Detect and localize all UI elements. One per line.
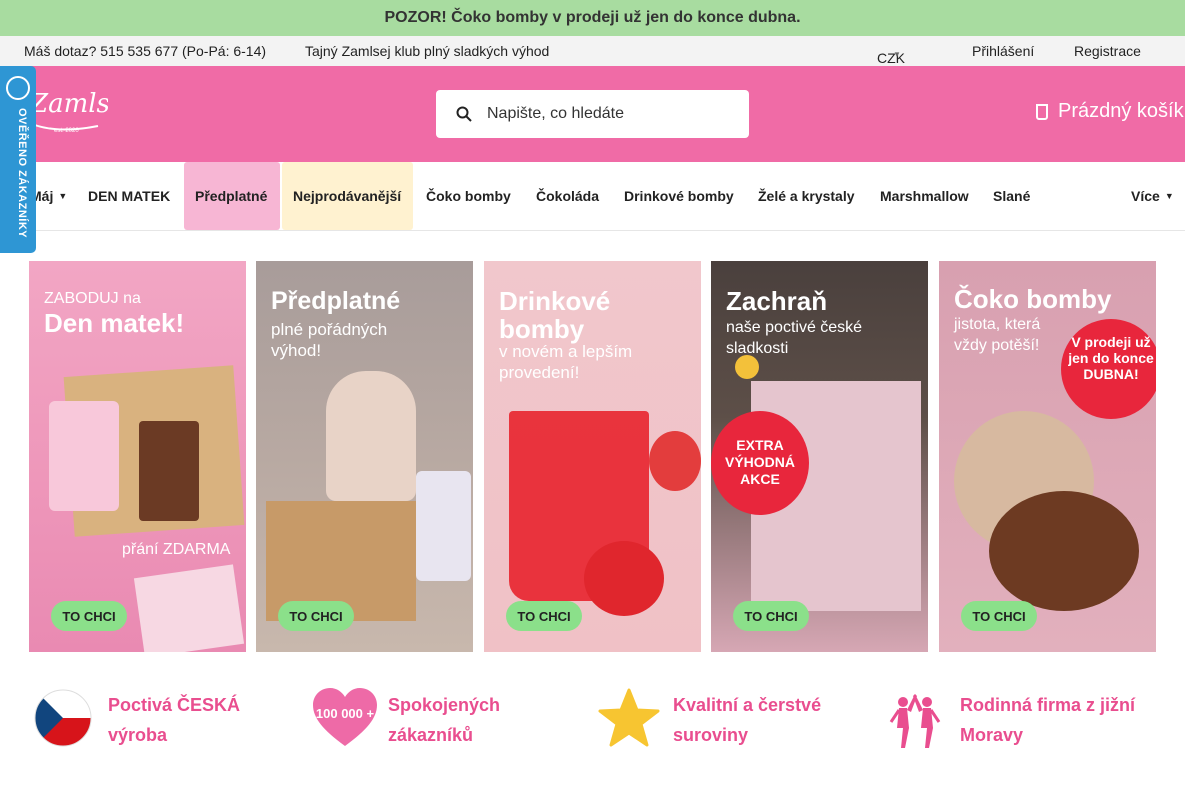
pouch-image (49, 401, 119, 511)
nav-item-cokolada[interactable]: Čokoláda (536, 162, 599, 230)
star-icon (598, 688, 660, 748)
feature-text: Poctivá ČESKÁ výroba (108, 695, 241, 745)
nav-item-nejprodavanejsi[interactable]: Nejprodávanější (282, 162, 413, 230)
banner-cta-button[interactable]: TO CHCI (733, 601, 809, 631)
strawberry-image (649, 431, 701, 491)
search-icon[interactable] (456, 106, 472, 122)
banner-line1: Čoko bomby (954, 284, 1112, 314)
feature-text: Kvalitní a čerstvé suroviny (673, 695, 822, 745)
bomb-image (584, 541, 664, 616)
nav-item-den-matek[interactable]: DEN MATEK (88, 162, 170, 230)
feature-text: Rodinná firma z jižní Moravy (960, 695, 1136, 745)
promo-bar[interactable]: POZOR! Čoko bomby v prodeji už jen do ko… (0, 0, 1185, 36)
banner-zachran[interactable]: EXTRA VÝHODNÁ AKCE Zachraň naše poctivé … (711, 261, 928, 652)
feature-customers: 100 000 + Spokojených zákazníků (313, 688, 500, 752)
nav-item-drinkove-bomby[interactable]: Drinkové bomby (624, 162, 734, 230)
heart-badge-text: 100 000 + (316, 706, 375, 721)
chevron-down-icon: ▼ (1164, 191, 1174, 201)
search-input[interactable]: Napište, co hledáte (487, 105, 624, 123)
banner-predplatne[interactable]: Předplatné plné pořádných výhod! TO CHCI (256, 261, 473, 652)
nav-label: Čoko bomby (426, 188, 511, 204)
nav-label: Nejprodávanější (293, 188, 402, 204)
banner-coko-bomby[interactable]: V prodeji už jen do konce DUBNA! Čoko bo… (939, 261, 1156, 652)
feature-family: Rodinná firma z jižní Moravy (885, 688, 1135, 752)
nav-label: Čokoláda (536, 188, 600, 204)
nav-label: Předplatné (195, 188, 268, 204)
banner-cta-button[interactable]: TO CHCI (961, 601, 1037, 631)
cart-label: Prázdný košík (1058, 100, 1184, 122)
czech-flag-icon (33, 688, 93, 748)
register-link[interactable]: Registrace (1074, 43, 1141, 59)
chevron-down-icon: ▼ (58, 191, 68, 201)
banner-line2: jistota, která vždy potěší! (954, 316, 1041, 354)
chevron-down-icon: ▼ (893, 50, 901, 59)
logo-year: est. 2020 (54, 128, 79, 134)
nav-item-vice[interactable]: Více ▼ (1131, 162, 1174, 230)
nav-item-coko-bomby[interactable]: Čoko bomby (426, 162, 511, 230)
banner-drinkove-bomby[interactable]: Drinkové bomby v novém a lepším proveden… (484, 261, 701, 652)
bag-image (416, 471, 471, 581)
family-icon (885, 688, 945, 748)
nav-label: Marshmallow (880, 188, 969, 204)
nav-item-zele[interactable]: Želé a krystaly (758, 162, 855, 230)
banner-cta-button[interactable]: TO CHCI (51, 601, 127, 631)
chocolate-bomb-image (989, 491, 1139, 611)
banner-line2: v novém a lepším provedení! (499, 342, 633, 382)
seal-icon (6, 76, 30, 100)
heart-icon: 100 000 + (313, 688, 377, 748)
chocolate-image (139, 421, 199, 521)
nav-item-predplatne[interactable]: Předplatné (184, 162, 280, 230)
verified-reviews-badge[interactable]: OVĚŘENO ZÁKAZNÍKY (0, 66, 36, 253)
card-image (133, 564, 245, 652)
search-box[interactable]: Napište, co hledáte (436, 90, 749, 138)
nav-label: Drinkové bomby (624, 188, 734, 204)
nav-label: Více (1131, 188, 1160, 204)
banner-cta-button[interactable]: TO CHCI (506, 601, 582, 631)
contact-info: Máš dotaz? 515 535 677 (Po-Pá: 6-14) (24, 43, 267, 59)
logo-text: Zamlsej (29, 89, 108, 119)
person-image (326, 371, 416, 501)
login-link[interactable]: Přihlášení (972, 43, 1034, 59)
promo-badge: EXTRA VÝHODNÁ AKCE (711, 411, 809, 515)
main-nav: Máj ▼ DEN MATEK Předplatné Nejprodávanějš… (0, 162, 1185, 231)
cart-icon (1036, 103, 1048, 120)
banner-den-matek[interactable]: ZABODUJ na Den matek! přání ZDARMA TO CH… (29, 261, 246, 652)
nav-label: Slané (993, 188, 1031, 204)
nav-item-slane[interactable]: Slané (993, 162, 1030, 230)
verified-text: OVĚŘENO ZÁKAZNÍKY (16, 108, 28, 239)
banner-line1: Zachraň (726, 286, 828, 316)
nav-item-marshmallow[interactable]: Marshmallow (880, 162, 969, 230)
top-bar: Máš dotaz? 515 535 677 (Po-Pá: 6-14) Taj… (0, 36, 1185, 66)
banner-line2: plné pořádných výhod! (271, 320, 388, 360)
banner-line2: Den matek! (44, 308, 185, 338)
feature-quality: Kvalitní a čerstvé suroviny (598, 688, 821, 752)
banner-line1: Drinkové bomby (499, 286, 611, 344)
nav-label: Želé a krystaly (758, 188, 855, 204)
feature-czech: Poctivá ČESKÁ výroba (33, 688, 240, 752)
promo-text: POZOR! Čoko bomby v prodeji už jen do ko… (384, 9, 801, 26)
banner-extra: přání ZDARMA (122, 541, 231, 558)
club-link[interactable]: Tajný Zamlsej klub plný sladkých výhod (305, 43, 549, 59)
banner-cta-button[interactable]: TO CHCI (278, 601, 354, 631)
banner-line2: naše poctivé české sladkosti (726, 319, 863, 357)
banner-line1: Předplatné (271, 287, 401, 315)
banner-line1: ZABODUJ na (44, 290, 141, 307)
promo-badge: V prodeji už jen do konce DUBNA! (1061, 319, 1156, 419)
feature-text: Spokojených zákazníků (388, 695, 501, 745)
cart-button[interactable]: Prázdný košík (1036, 100, 1184, 123)
nav-label: DEN MATEK (88, 188, 171, 204)
logo[interactable]: Zamlsej est. 2020 (28, 84, 133, 138)
